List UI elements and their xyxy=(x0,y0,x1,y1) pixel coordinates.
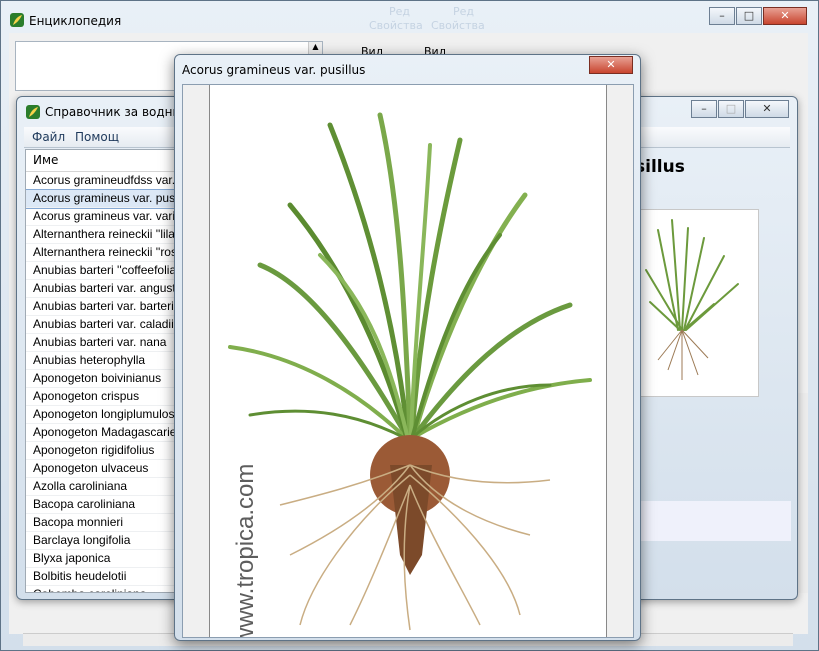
viewer-client: www.tropica.com xyxy=(182,84,634,638)
detail-plant-image xyxy=(637,209,759,397)
faint-label-3: Свойства xyxy=(369,19,423,32)
list-item[interactable]: Barclaya longifolia xyxy=(26,532,190,550)
watermark-text: www.tropica.com xyxy=(232,463,259,637)
list-item[interactable]: Alternanthera reineckii ''lilacina xyxy=(26,226,190,244)
viewer-title: Acorus gramineus var. pusillus xyxy=(182,63,366,77)
app-leaf-icon xyxy=(26,105,40,119)
close-button[interactable]: ✕ xyxy=(745,100,789,118)
list-item[interactable]: Bacopa caroliniana xyxy=(26,496,190,514)
list-item[interactable]: Anubias barteri var. caladiifolia xyxy=(26,316,190,334)
faint-label-2: Ред xyxy=(453,5,475,18)
close-button[interactable]: ✕ xyxy=(589,56,633,74)
list-item[interactable]: Aponogeton ulvaceus xyxy=(26,460,190,478)
app-leaf-icon xyxy=(10,13,24,27)
list-item[interactable]: Anubias barteri var. angustifoli xyxy=(26,280,190,298)
list-item[interactable]: Aponogeton Madagascariensi xyxy=(26,424,190,442)
plant-list[interactable]: Име Acorus gramineudfdss var. gra Acorus … xyxy=(25,149,191,593)
list-item[interactable]: Bacopa monnieri xyxy=(26,514,190,532)
maximize-button[interactable]: □ xyxy=(736,7,762,25)
list-item[interactable]: Acorus gramineudfdss var. gra xyxy=(26,172,190,190)
list-item[interactable]: Anubias barteri ''coffeefolia'' xyxy=(26,262,190,280)
list-item[interactable]: Aponogeton rigidifolius xyxy=(26,442,190,460)
list-item[interactable]: Azolla caroliniana xyxy=(26,478,190,496)
directory-title: Справочник за воднит xyxy=(45,105,188,119)
maximize-button[interactable]: □ xyxy=(718,100,744,118)
plant-image: www.tropica.com xyxy=(209,85,607,637)
detail-panel xyxy=(635,501,791,541)
image-viewer-window: Acorus gramineus var. pusillus ✕ www.tro… xyxy=(174,54,641,641)
list-item[interactable]: Acorus gramineus var. pusillus xyxy=(26,189,190,209)
list-header-name[interactable]: Име xyxy=(26,150,190,172)
faint-label-1: Ред xyxy=(389,5,411,18)
list-item[interactable]: Cabomba caroliniana xyxy=(26,586,190,592)
list-item[interactable]: Blyxa japonica xyxy=(26,550,190,568)
list-item[interactable]: Anubias barteri var. barteri xyxy=(26,298,190,316)
list-item[interactable]: Aponogeton boivinianus xyxy=(26,370,190,388)
minimize-button[interactable]: – xyxy=(691,100,717,118)
list-item[interactable]: Bolbitis heudelotii xyxy=(26,568,190,586)
menu-file[interactable]: Файл xyxy=(32,130,65,144)
minimize-button[interactable]: – xyxy=(709,7,735,25)
list-item[interactable]: Aponogeton longiplumulosus xyxy=(26,406,190,424)
detail-title: sillus xyxy=(635,157,685,177)
list-item[interactable]: Alternanthera reineckii ''roseat xyxy=(26,244,190,262)
list-item[interactable]: Anubias heterophylla xyxy=(26,352,190,370)
list-item[interactable]: Aponogeton crispus xyxy=(26,388,190,406)
encyclopedia-title: Енциклопедия xyxy=(29,14,122,28)
list-item[interactable]: Acorus gramineus var. variega xyxy=(26,208,190,226)
menu-help[interactable]: Помощ xyxy=(75,130,119,144)
close-button[interactable]: ✕ xyxy=(763,7,807,25)
list-item[interactable]: Anubias barteri var. nana xyxy=(26,334,190,352)
acorus-plant-illustration xyxy=(228,112,592,631)
faint-label-4: Свойства xyxy=(431,19,485,32)
